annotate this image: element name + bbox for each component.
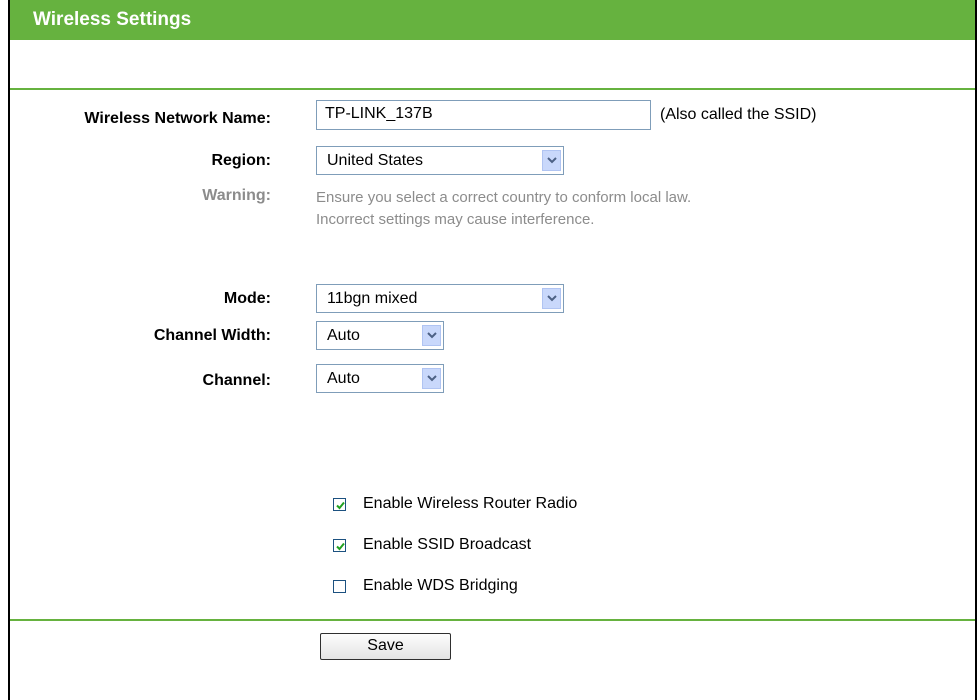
channel-width-label: Channel Width: — [153, 327, 271, 344]
mode-label: Mode: — [223, 290, 271, 307]
channel-width-select[interactable]: Auto — [316, 321, 444, 350]
title-bar: Wireless Settings — [10, 0, 975, 40]
top-divider — [10, 88, 975, 90]
mode-select[interactable]: 11bgn mixed — [316, 284, 564, 313]
warning-label: Warning: — [202, 187, 271, 204]
settings-panel: Wireless Settings Wireless Network Name:… — [8, 0, 977, 700]
ssid-broadcast-checkbox[interactable] — [333, 539, 346, 552]
radio-enable-checkbox[interactable] — [333, 498, 346, 511]
bottom-divider — [10, 619, 975, 621]
network-name-value: TP-LINK_137B — [325, 105, 433, 122]
save-button[interactable]: Save — [320, 633, 451, 660]
channel-width-value: Auto — [327, 327, 360, 344]
warning-line-1: Ensure you select a correct country to c… — [316, 189, 692, 206]
ssid-hint: (Also called the SSID) — [660, 106, 817, 123]
wds-bridging-label: Enable WDS Bridging — [363, 577, 518, 594]
channel-value: Auto — [327, 370, 360, 387]
network-name-input[interactable]: TP-LINK_137B — [316, 100, 651, 130]
radio-enable-label: Enable Wireless Router Radio — [363, 495, 578, 512]
chevron-down-icon — [422, 325, 441, 346]
network-name-label: Wireless Network Name: — [84, 110, 271, 127]
channel-select[interactable]: Auto — [316, 364, 444, 393]
warning-line-2: Incorrect settings may cause interferenc… — [316, 211, 595, 228]
ssid-broadcast-label: Enable SSID Broadcast — [363, 536, 532, 553]
chevron-down-icon — [542, 288, 561, 309]
chevron-down-icon — [542, 150, 561, 171]
wds-bridging-checkbox[interactable] — [333, 580, 346, 593]
chevron-down-icon — [422, 368, 441, 389]
mode-value: 11bgn mixed — [327, 290, 418, 307]
page-title: Wireless Settings — [33, 9, 192, 30]
region-select[interactable]: United States — [316, 146, 564, 175]
region-label: Region: — [211, 152, 271, 169]
channel-label: Channel: — [202, 372, 271, 389]
region-value: United States — [327, 152, 424, 169]
